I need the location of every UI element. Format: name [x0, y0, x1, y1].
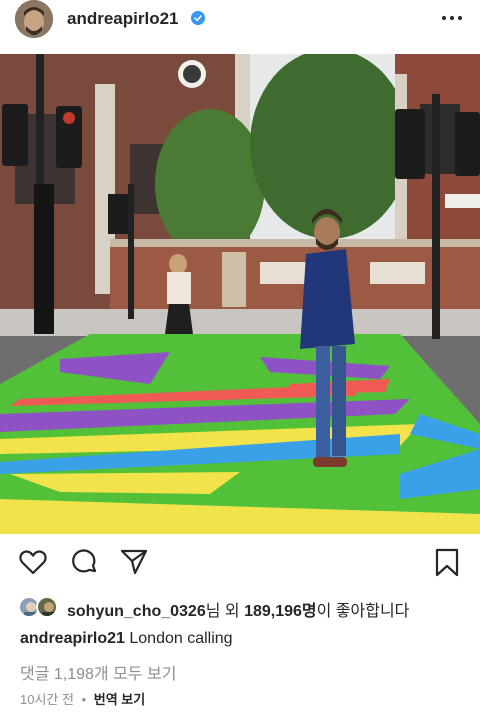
share-icon[interactable] [118, 546, 150, 578]
post-actions [0, 546, 480, 582]
post-username[interactable]: andreapirlo21 [67, 9, 179, 29]
separator-dot: • [81, 692, 87, 707]
view-all-comments-link[interactable]: 댓글 1,198개 모두 보기 [20, 660, 176, 684]
likes-summary: sohyun_cho_0326님 외 189,196명이 좋아합니다 [67, 597, 409, 621]
translate-link[interactable]: 번역 보기 [94, 692, 145, 707]
verified-badge-icon [191, 11, 205, 25]
liker-avatar[interactable] [36, 596, 58, 618]
likes-suffix-text: 이 좋아합니다 [316, 603, 410, 620]
more-options-icon[interactable] [441, 8, 463, 28]
post-photo[interactable] [0, 54, 480, 534]
heart-icon[interactable] [17, 546, 49, 578]
caption-text: London calling [124, 630, 233, 647]
likes-middle-text: 님 외 [205, 603, 245, 620]
post-header: andreapirlo21 [0, 0, 480, 40]
comment-icon[interactable] [68, 546, 100, 578]
post-caption: andreapirlo21 London calling [20, 630, 233, 648]
caption-username[interactable]: andreapirlo21 [20, 630, 125, 647]
likes-count[interactable]: 189,196명 [244, 603, 317, 620]
likes-row: sohyun_cho_0326님 외 189,196명이 좋아합니다 [0, 596, 480, 621]
post-meta: 10시간 전 • 번역 보기 [20, 689, 145, 708]
bookmark-icon[interactable] [431, 546, 463, 578]
post-time: 10시간 전 [20, 692, 74, 707]
profile-avatar[interactable] [15, 0, 53, 38]
liker-username[interactable]: sohyun_cho_0326 [67, 603, 206, 620]
